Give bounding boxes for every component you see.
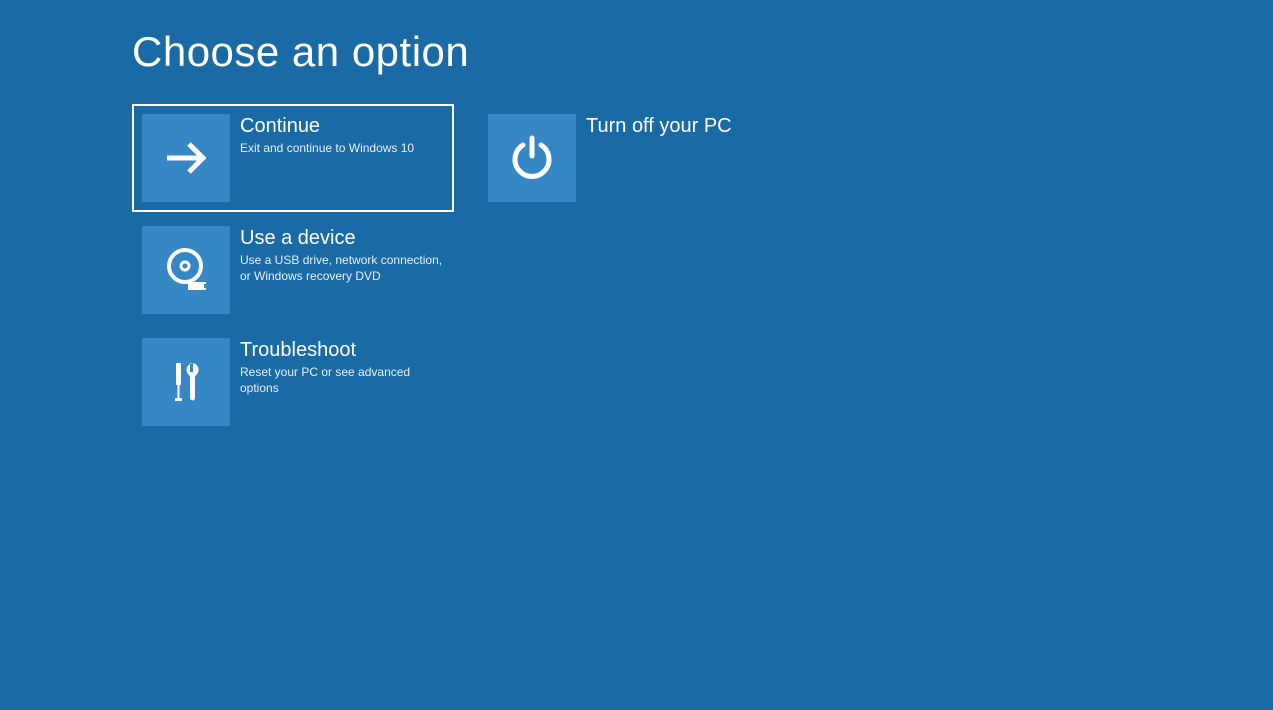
option-continue-desc: Exit and continue to Windows 10 <box>240 140 414 156</box>
option-use-device-title: Use a device <box>240 226 444 250</box>
device-disc-icon <box>142 226 230 314</box>
tools-icon <box>142 338 230 426</box>
option-continue-title: Continue <box>240 114 414 138</box>
options-grid: Continue Exit and continue to Windows 10… <box>132 104 1141 436</box>
arrow-right-icon <box>142 114 230 202</box>
option-troubleshoot[interactable]: Troubleshoot Reset your PC or see advanc… <box>132 328 454 436</box>
option-use-device-desc: Use a USB drive, network connection, or … <box>240 252 444 284</box>
option-troubleshoot-title: Troubleshoot <box>240 338 444 362</box>
option-troubleshoot-desc: Reset your PC or see advanced options <box>240 364 444 396</box>
power-icon <box>488 114 576 202</box>
option-turn-off-title: Turn off your PC <box>586 114 732 138</box>
page-title: Choose an option <box>132 28 1141 76</box>
option-turn-off[interactable]: Turn off your PC <box>478 104 800 212</box>
option-use-device[interactable]: Use a device Use a USB drive, network co… <box>132 216 454 324</box>
recovery-screen: Choose an option Continue Exit and conti… <box>0 0 1273 464</box>
option-continue[interactable]: Continue Exit and continue to Windows 10 <box>132 104 454 212</box>
